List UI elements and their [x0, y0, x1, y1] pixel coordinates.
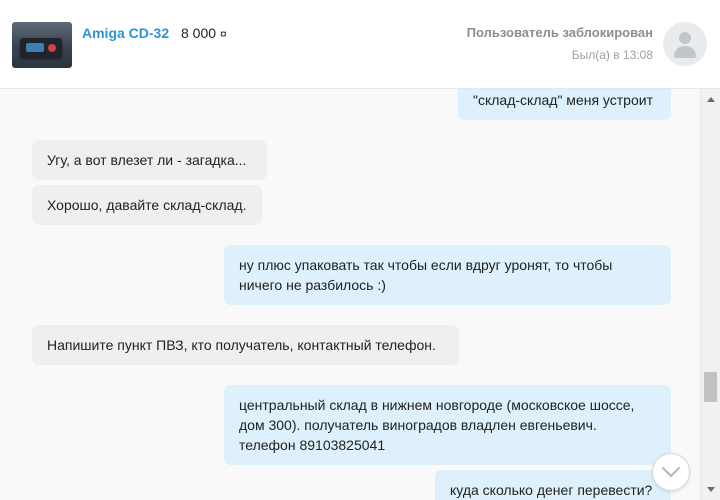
price-value: 8 000	[181, 25, 217, 41]
scroll-down-arrow-icon[interactable]	[707, 487, 715, 492]
chat-scrollbar[interactable]	[700, 89, 720, 500]
user-avatar[interactable]	[663, 22, 707, 66]
scroll-to-bottom-button[interactable]	[652, 453, 690, 491]
message-incoming: Угу, а вот влезет ли - загадка...	[32, 140, 267, 180]
chevron-down-icon	[662, 467, 680, 477]
message-outgoing: "склад-склад" меня устроит	[458, 89, 671, 120]
scroll-up-arrow-icon[interactable]	[707, 97, 715, 102]
product-thumbnail[interactable]	[12, 22, 72, 68]
message-outgoing: куда сколько денег перевести?	[435, 470, 671, 500]
message-outgoing: ну плюс упаковать так чтобы если вдруг у…	[224, 245, 671, 305]
chat-header: Amiga CD-32 8 000 ¤ Пользователь заблокир…	[0, 0, 720, 89]
console-image	[20, 38, 62, 58]
product-title[interactable]: Amiga CD-32	[82, 25, 169, 41]
user-placeholder-body	[674, 46, 696, 58]
message-incoming: Напишите пункт ПВЗ, кто получатель, конт…	[32, 325, 459, 365]
currency-symbol: ¤	[220, 27, 227, 41]
chat-messages: "склад-склад" меня устроит Угу, а вот вл…	[0, 89, 700, 500]
user-blocked-status: Пользователь заблокирован	[466, 25, 653, 40]
message-outgoing: центральный склад в нижнем новгороде (мо…	[224, 385, 671, 465]
scrollbar-thumb[interactable]	[704, 372, 717, 402]
message-incoming: Хорошо, давайте склад-склад.	[32, 185, 262, 225]
user-placeholder-icon	[679, 32, 691, 44]
last-seen: Был(а) в 13:08	[571, 48, 653, 62]
product-price: 8 000 ¤	[181, 25, 227, 41]
